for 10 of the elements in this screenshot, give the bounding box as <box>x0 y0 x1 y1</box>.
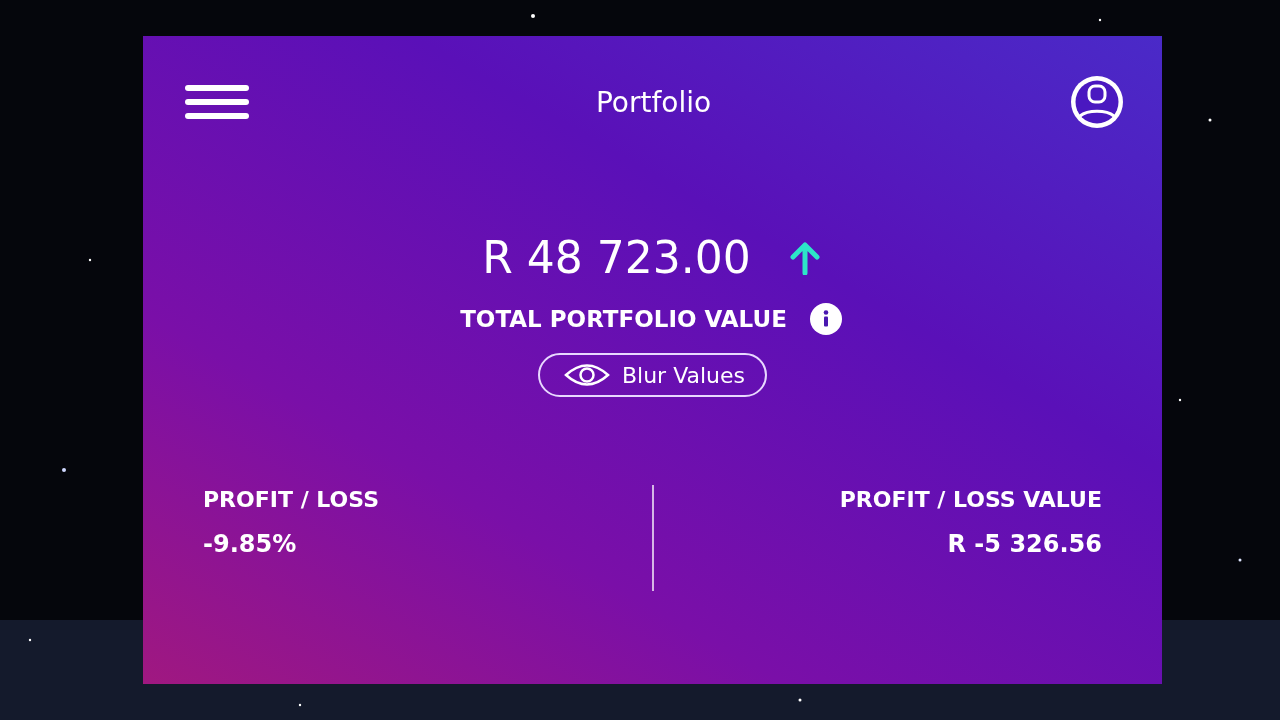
eye-icon <box>563 362 610 388</box>
total-amount: R 48 723.00 <box>482 232 751 283</box>
stat-label: PROFIT / LOSS VALUE <box>839 487 1102 512</box>
total-label: TOTAL PORTFOLIO VALUE <box>460 306 787 332</box>
stat-label: PROFIT / LOSS <box>203 487 380 512</box>
menu-button[interactable] <box>185 85 249 119</box>
stat-value: -9.85% <box>203 530 298 558</box>
blur-values-button[interactable]: Blur Values <box>537 353 768 397</box>
page-title: Portfolio <box>595 85 712 119</box>
stat-value: R -5 326.56 <box>947 530 1102 558</box>
